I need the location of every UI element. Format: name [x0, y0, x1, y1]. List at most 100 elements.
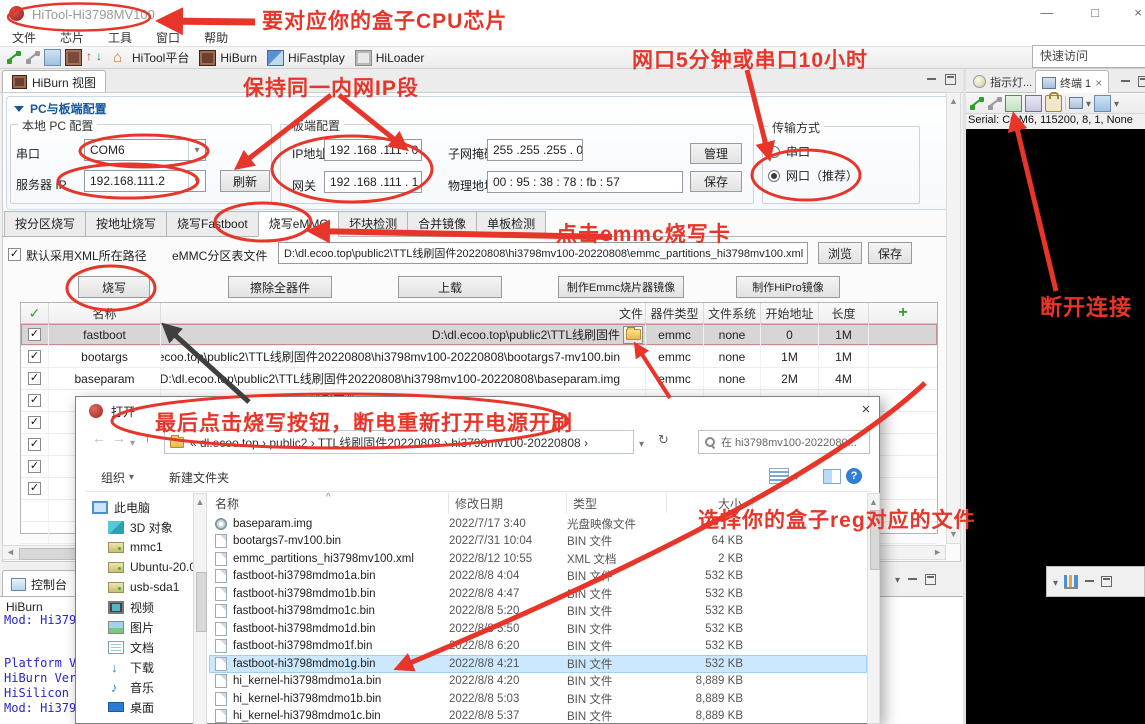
file-row[interactable]: fastboot-hi3798mdmo1d.bin 2022/8/8 5:50 …	[209, 620, 867, 638]
row-checkbox[interactable]	[21, 434, 49, 455]
tab-console[interactable]: 控制台	[2, 570, 76, 597]
chevron-down-icon[interactable]	[188, 140, 205, 160]
row-checkbox[interactable]	[21, 500, 49, 521]
organize-button[interactable]: 组织	[101, 469, 134, 486]
col-file[interactable]: 文件	[161, 303, 646, 323]
chevron-down-icon[interactable]	[895, 572, 900, 586]
panel-minimize-icon[interactable]	[926, 74, 937, 85]
menu-item[interactable]: 芯片	[48, 29, 96, 46]
ip-input[interactable]: 192 .168 .111 . 0	[324, 139, 422, 161]
terminal-disconnect-icon[interactable]	[987, 96, 1002, 111]
maximize-button[interactable]: □	[1080, 2, 1110, 24]
burn-tab[interactable]: 坏块检测	[338, 211, 408, 237]
toolbar-link[interactable]: HiBurn	[199, 50, 257, 66]
dialog-close-button[interactable]: ×	[851, 397, 881, 423]
config-section-header[interactable]: PC与板端配置	[14, 100, 107, 117]
console-minimize-icon[interactable]	[907, 574, 918, 585]
breadcrumb[interactable]: « dl.ecoo.top › public2 › TTL线刷固件2022080…	[164, 430, 634, 454]
burn-tab[interactable]: 合并镜像	[407, 211, 477, 237]
terminal-screen[interactable]	[966, 129, 1145, 724]
table-row[interactable]: baseparam D:\dl.ecoo.top\public2\TTL线刷固件…	[21, 368, 937, 390]
chevron-down-icon[interactable]	[1053, 575, 1058, 589]
preview-pane-icon[interactable]	[823, 469, 841, 484]
row-checkbox[interactable]	[21, 324, 49, 345]
radio-selected-icon[interactable]	[768, 170, 780, 182]
row-checkbox[interactable]	[21, 522, 49, 543]
file-list-scrollbar[interactable]: ▲	[867, 493, 880, 724]
row-checkbox[interactable]	[21, 390, 49, 411]
transfer-icon[interactable]	[86, 50, 101, 65]
new-folder-button[interactable]: 新建文件夹	[169, 469, 229, 486]
erase-button[interactable]: 擦除全器件	[228, 276, 332, 298]
new-terminal-icon[interactable]	[1094, 95, 1111, 112]
terminal-log-icon[interactable]	[1025, 95, 1042, 112]
scroll-thumb[interactable]	[870, 510, 880, 570]
burn-tab[interactable]: 按地址烧写	[85, 211, 167, 237]
transport-network-radio[interactable]: 网口（推荐）	[768, 167, 858, 184]
close-tab-icon[interactable]: ×	[1095, 76, 1102, 90]
row-checkbox[interactable]	[21, 478, 49, 499]
sidebar-scrollbar[interactable]: ▲	[193, 493, 207, 724]
burn-tab[interactable]: 烧写eMMC	[258, 211, 339, 237]
menu-item[interactable]: 文件	[0, 29, 48, 46]
menu-item[interactable]: 帮助	[192, 29, 240, 46]
file-row[interactable]: fastboot-hi3798mdmo1g.bin 2022/8/8 4:21 …	[209, 655, 867, 673]
serial-port-select[interactable]: COM6	[84, 139, 206, 161]
gateway-input[interactable]: 192 .168 .111 . 1	[324, 171, 422, 193]
panel-restore-icon[interactable]	[945, 74, 956, 85]
up-icon[interactable]: ↑	[144, 429, 151, 445]
disconnect-icon[interactable]	[25, 50, 40, 65]
upload-button[interactable]: 上载	[398, 276, 502, 298]
menu-item[interactable]: 窗口	[144, 29, 192, 46]
file-row[interactable]: bootargs7-mv100.bin 2022/7/31 10:04 BIN …	[209, 533, 867, 551]
board-save-button[interactable]: 保存	[690, 171, 742, 192]
sidebar-item[interactable]: 桌面	[86, 697, 193, 717]
chart-icon[interactable]	[1064, 575, 1078, 589]
xml-save-button[interactable]: 保存	[868, 242, 912, 264]
browse-button[interactable]: 浏览	[818, 242, 862, 264]
burn-tab[interactable]: 烧写Fastboot	[166, 211, 259, 237]
file-row[interactable]: fastboot-hi3798mdmo1b.bin 2022/8/8 4:47 …	[209, 585, 867, 603]
sidebar-item[interactable]: Ubuntu-20.04 (	[86, 557, 193, 577]
chevron-down-icon[interactable]	[794, 469, 799, 483]
transport-serial-radio[interactable]: 串口	[768, 143, 810, 160]
view-list-icon[interactable]	[769, 468, 789, 484]
serial-config-icon[interactable]	[1069, 97, 1083, 109]
file-row[interactable]: hi_kernel-hi3798mdmo1c.bin 2022/8/8 5:37…	[209, 708, 867, 724]
file-row[interactable]: fastboot-hi3798mdmo1a.bin 2022/8/8 4:04 …	[209, 568, 867, 586]
terminal-restore-icon[interactable]	[1138, 76, 1145, 87]
sidebar-item[interactable]: 图片	[86, 617, 193, 637]
sidebar-item[interactable]: usb-sda1	[86, 577, 193, 597]
radio-icon[interactable]	[768, 146, 780, 158]
burn-tab[interactable]: 按分区烧写	[4, 211, 86, 237]
make-emmc-image-button[interactable]: 制作Emmc烧片器镜像	[558, 276, 684, 298]
sidebar-item[interactable]: 3D 对象	[86, 517, 193, 537]
minimize-button[interactable]: —	[1032, 2, 1062, 24]
tab-indicator-lamp[interactable]: 指示灯...	[967, 70, 1035, 93]
breadcrumb-chevron-icon[interactable]	[639, 436, 644, 450]
table-row[interactable]: fastboot D:\dl.ecoo.top\public2\TTL线刷固件 …	[21, 324, 937, 346]
lock-icon[interactable]	[1045, 95, 1062, 112]
tab-terminal-1[interactable]: 终端 1 ×	[1035, 70, 1109, 94]
close-button[interactable]: ×	[1123, 2, 1145, 24]
toolbar-link[interactable]: HiLoader	[355, 50, 425, 66]
sidebar-item[interactable]: 音乐	[86, 677, 193, 697]
chip-icon[interactable]	[65, 49, 82, 66]
col-file-type[interactable]: 类型	[567, 493, 667, 513]
row-checkbox[interactable]	[21, 412, 49, 433]
make-hipro-image-button[interactable]: 制作HiPro镜像	[736, 276, 840, 298]
history-chevron-icon[interactable]	[130, 435, 135, 449]
strip-minimize-icon[interactable]	[1084, 576, 1095, 587]
help-icon[interactable]: ?	[846, 468, 862, 484]
console-restore-icon[interactable]	[925, 574, 936, 585]
chevron-down-icon[interactable]	[1114, 96, 1119, 110]
add-partition-icon[interactable]	[869, 303, 937, 323]
panel-vscrollbar[interactable]: ▲ ▼	[946, 92, 961, 544]
file-row[interactable]: hi_kernel-hi3798mdmo1b.bin 2022/8/8 5:03…	[209, 690, 867, 708]
row-checkbox[interactable]	[21, 346, 49, 367]
col-length[interactable]: 长度	[819, 303, 869, 323]
menu-item[interactable]: 工具	[96, 29, 144, 46]
sidebar-item[interactable]: 视频	[86, 597, 193, 617]
col-name[interactable]: 名称	[49, 303, 161, 323]
burn-button[interactable]: 烧写	[78, 276, 150, 298]
